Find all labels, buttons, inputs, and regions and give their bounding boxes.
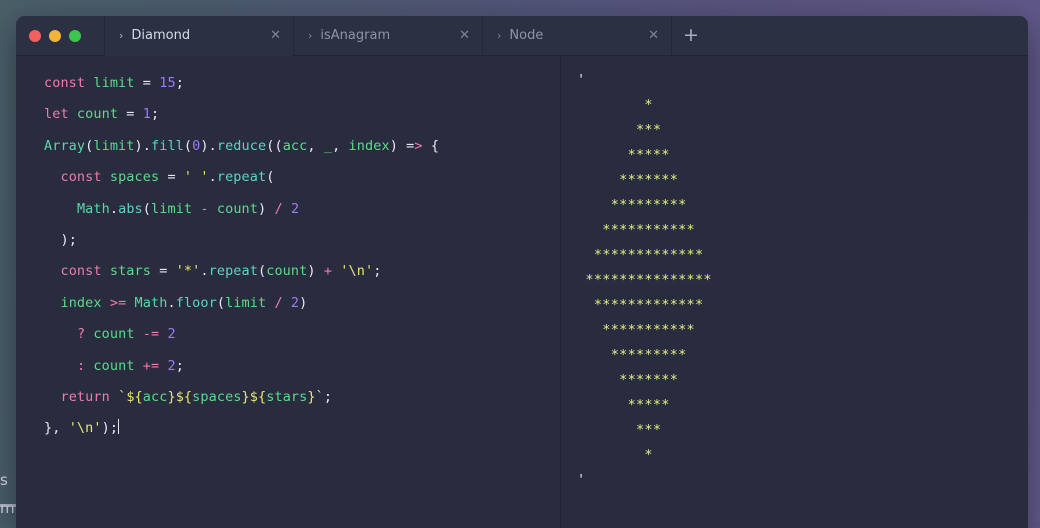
output-star-line: ********* bbox=[577, 347, 687, 363]
output-star-line: ******* bbox=[577, 172, 679, 188]
tab-label: Diamond bbox=[131, 28, 191, 43]
output-star-line: ************* bbox=[577, 297, 704, 313]
code-line: const stars = '*'.repeat(count) + '\n'; bbox=[60, 263, 382, 280]
code-line: let count = 1; bbox=[44, 106, 160, 123]
code-line: Array(limit).fill(0).reduce((acc, _, ind… bbox=[44, 137, 440, 154]
output-pane: ' * *** ***** ******* ********* ********… bbox=[561, 56, 1028, 528]
code-line: ); bbox=[60, 231, 77, 248]
output-star-line: ***** bbox=[577, 397, 670, 413]
output-star-line: * bbox=[577, 447, 653, 463]
output-star-line: *********** bbox=[577, 322, 695, 338]
tab-label: Node bbox=[509, 28, 544, 43]
code-editor-pane[interactable]: const limit = 15; let count = 1; Array(lim… bbox=[16, 56, 561, 528]
output-star-line: *************** bbox=[577, 272, 712, 288]
tab-node[interactable]: › Node ✕ bbox=[483, 16, 672, 55]
minimize-window-button[interactable] bbox=[49, 29, 61, 42]
code-line: }, '\n'); bbox=[44, 419, 120, 437]
output-quote-line: ' bbox=[577, 472, 586, 488]
output-star-line: *** bbox=[577, 422, 662, 438]
editor-window: › Diamond ✕ › isAnagram ✕ › Node ✕ + con… bbox=[16, 16, 1028, 528]
chevron-right-icon: › bbox=[497, 29, 502, 42]
code-block[interactable]: const limit = 15; let count = 1; Array(lim… bbox=[16, 68, 560, 445]
output-star-line: ********* bbox=[577, 197, 687, 213]
new-tab-button[interactable]: + bbox=[672, 16, 710, 55]
output-star-line: ***** bbox=[577, 147, 670, 163]
code-line: index >= Math.floor(limit / 2) bbox=[60, 294, 308, 311]
code-line: ? count -= 2 bbox=[76, 326, 176, 343]
traffic-light-controls bbox=[16, 16, 105, 55]
close-window-button[interactable] bbox=[29, 29, 41, 42]
close-icon[interactable]: ✕ bbox=[459, 29, 470, 42]
close-icon[interactable]: ✕ bbox=[648, 29, 659, 42]
tab-isanagram[interactable]: › isAnagram ✕ bbox=[294, 16, 483, 55]
output-quote-line: ' bbox=[577, 72, 586, 88]
output-block: ' * *** ***** ******* ********* ********… bbox=[561, 68, 1028, 493]
code-line: return `${acc}${spaces}${stars}`; bbox=[60, 388, 333, 405]
close-icon[interactable]: ✕ bbox=[270, 29, 281, 42]
output-star-line: * bbox=[577, 97, 653, 113]
code-line: Math.abs(limit - count) / 2 bbox=[76, 200, 300, 217]
text-cursor bbox=[118, 419, 120, 435]
output-star-line: ************* bbox=[577, 247, 704, 263]
chevron-right-icon: › bbox=[308, 29, 313, 42]
code-line: : count += 2; bbox=[76, 357, 184, 374]
tab-diamond[interactable]: › Diamond ✕ bbox=[105, 16, 294, 56]
chevron-right-icon: › bbox=[119, 29, 124, 42]
tab-label: isAnagram bbox=[320, 28, 391, 43]
output-star-line: ******* bbox=[577, 372, 679, 388]
zoom-window-button[interactable] bbox=[69, 29, 81, 42]
output-star-line: *** bbox=[577, 122, 662, 138]
code-line: const limit = 15; bbox=[44, 75, 184, 91]
output-star-line: *********** bbox=[577, 222, 695, 238]
window-titlebar: › Diamond ✕ › isAnagram ✕ › Node ✕ + bbox=[16, 16, 1028, 56]
code-line: const spaces = ' '.repeat( bbox=[60, 169, 275, 186]
window-content: const limit = 15; let count = 1; Array(lim… bbox=[16, 56, 1028, 528]
